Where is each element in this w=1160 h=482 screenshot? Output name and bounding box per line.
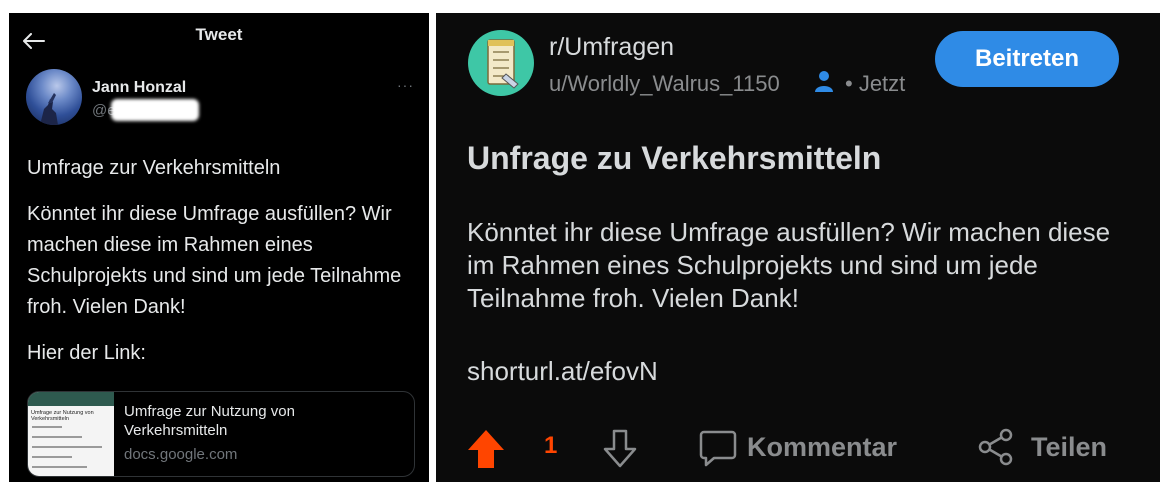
subreddit-name[interactable]: r/Umfragen — [549, 33, 674, 62]
avatar[interactable] — [26, 69, 82, 125]
comment-button[interactable]: Kommentar — [747, 432, 897, 463]
post-link[interactable]: shorturl.at/efovN — [467, 356, 658, 387]
link-preview-thumbnail: Umfrage zur Nutzung von Verkehrsmitteln — [28, 392, 114, 476]
thumbnail-text: Umfrage zur Nutzung von Verkehrsmitteln — [31, 410, 94, 422]
subreddit-icon[interactable] — [468, 30, 534, 96]
link-preview-card[interactable]: Umfrage zur Nutzung von Verkehrsmitteln … — [27, 391, 415, 477]
join-button[interactable]: Beitreten — [935, 31, 1119, 87]
post-body: Könntet ihr diese Umfrage ausfüllen? Wir… — [467, 217, 1111, 313]
link-preview-title: Umfrage zur Nutzung von Verkehrsmitteln — [124, 403, 295, 439]
page-title: Tweet — [195, 25, 243, 44]
tweet-link-intro: Hier der Link: — [27, 342, 146, 364]
post-title: Unfrage zu Verkehrsmitteln — [467, 140, 882, 176]
vote-count: 1 — [544, 432, 558, 459]
link-preview-domain: docs.google.com — [124, 446, 238, 463]
redaction-mark — [111, 99, 199, 121]
twitter-post-panel: Tweet Jann Honzal @e ··· Umfrage zur Ver… — [9, 13, 429, 482]
more-icon[interactable]: ··· — [397, 77, 414, 93]
upvote-icon[interactable] — [466, 428, 506, 470]
post-timestamp: • Jetzt — [845, 71, 906, 96]
comment-icon[interactable] — [698, 428, 738, 468]
tweet-title-line: Umfrage zur Verkehrsmitteln — [27, 157, 281, 179]
post-author[interactable]: u/Worldly_Walrus_1150 — [549, 71, 780, 97]
user-name[interactable]: Jann Honzal — [92, 79, 186, 97]
user-profile-icon — [815, 71, 833, 92]
reddit-post-panel: r/Umfragen u/Worldly_Walrus_1150 • Jetzt… — [436, 13, 1160, 482]
share-button[interactable]: Teilen — [1031, 432, 1107, 463]
downvote-icon[interactable] — [600, 427, 640, 469]
tweet-body: Könntet ihr diese Umfrage ausfüllen? Wir… — [27, 203, 402, 318]
share-icon[interactable] — [976, 427, 1016, 467]
